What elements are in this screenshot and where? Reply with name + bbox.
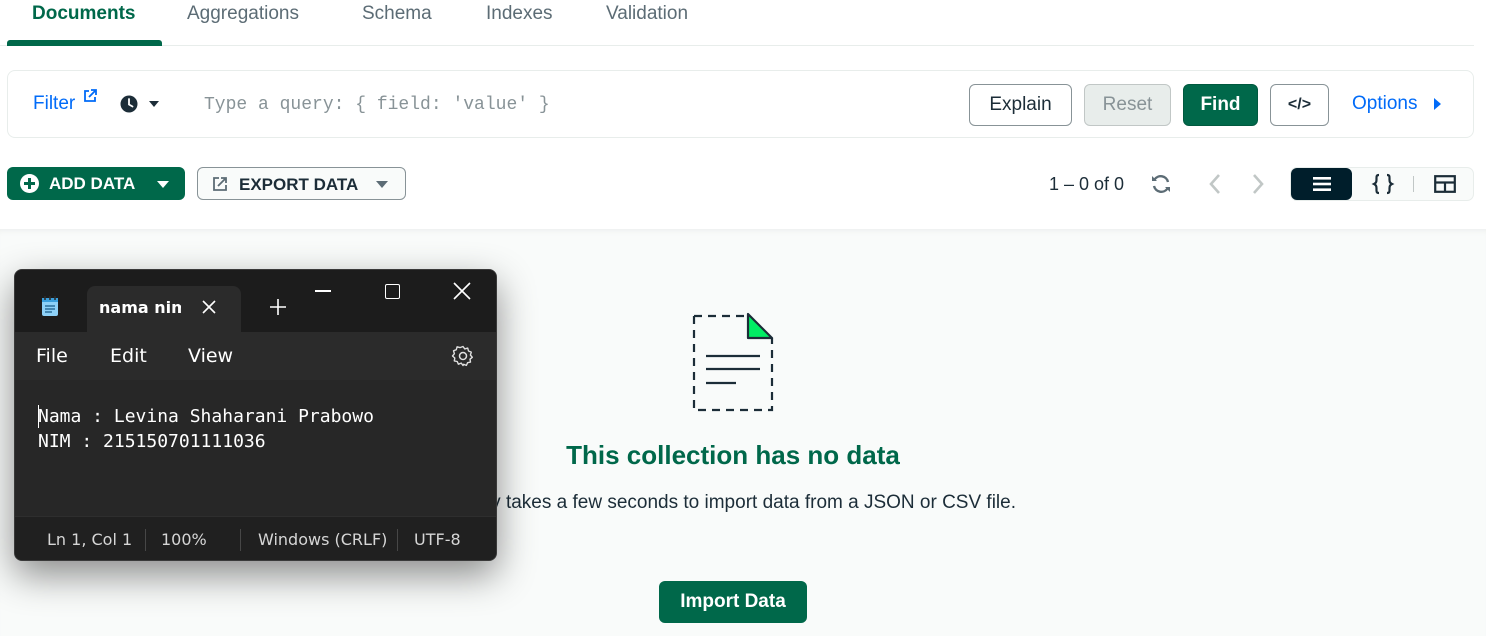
query-bar: Filter Explain Reset Find </> Options <box>7 70 1474 138</box>
content-line-2: NIM : 215150701111036 <box>38 431 266 452</box>
tab-schema[interactable]: Schema <box>362 0 432 28</box>
notepad-app-icon <box>42 296 58 316</box>
maximize-icon[interactable] <box>385 284 400 299</box>
reset-button[interactable]: Reset <box>1084 84 1171 126</box>
close-tab-icon[interactable] <box>199 297 219 317</box>
find-button[interactable]: Find <box>1183 84 1258 126</box>
menu-view[interactable]: View <box>188 345 233 367</box>
list-view-button[interactable] <box>1291 168 1352 200</box>
tab-documents[interactable]: Documents <box>32 0 135 28</box>
notepad-tab[interactable]: nama nim <box>87 286 241 332</box>
notepad-tab-title: nama nim <box>99 298 181 317</box>
tab-indexes[interactable]: Indexes <box>486 0 553 28</box>
tab-validation[interactable]: Validation <box>606 0 688 28</box>
pagination-info: 1 – 0 of 0 <box>1049 174 1125 194</box>
caret-right-icon <box>1434 98 1441 110</box>
add-data-button[interactable]: ADD DATA <box>7 167 185 200</box>
import-data-button[interactable]: Import Data <box>659 581 807 623</box>
notepad-content: Nama : Levina Shaharani Prabowo NIM : 21… <box>38 404 374 454</box>
empty-state-description: It only takes a few seconds to import da… <box>449 492 1016 513</box>
query-input[interactable] <box>204 89 944 121</box>
table-view-button[interactable] <box>1414 168 1475 200</box>
collection-tabs: Documents Aggregations Schema Indexes Va… <box>0 0 1474 46</box>
gear-icon[interactable] <box>451 344 475 368</box>
encoding: UTF-8 <box>414 530 461 549</box>
curly-braces-icon <box>1371 173 1394 195</box>
list-icon <box>1312 177 1331 191</box>
export-icon <box>213 177 227 191</box>
active-tab-indicator <box>7 40 162 46</box>
zoom-level: 100% <box>161 530 207 549</box>
close-window-icon[interactable] <box>453 282 471 300</box>
query-history-icon[interactable] <box>119 93 165 115</box>
tab-aggregations[interactable]: Aggregations <box>187 0 299 28</box>
explain-button[interactable]: Explain <box>969 84 1072 126</box>
chevron-down-icon <box>157 181 169 188</box>
notepad-text-area[interactable]: Nama : Levina Shaharani Prabowo NIM : 21… <box>15 380 496 516</box>
plus-circle-icon <box>20 174 39 193</box>
menu-edit[interactable]: Edit <box>110 345 147 367</box>
notepad-window[interactable]: nama nim File Edit View Nama : Levina Sh… <box>14 269 497 561</box>
minimize-icon[interactable] <box>315 290 331 292</box>
code-icon: </> <box>1287 96 1312 113</box>
status-divider <box>397 529 398 551</box>
notepad-menubar: File Edit View <box>15 332 496 380</box>
view-switcher <box>1290 167 1474 201</box>
export-data-button[interactable]: EXPORT DATA <box>197 167 406 200</box>
content-line-1: Nama : Levina Shaharani Prabowo <box>38 406 374 427</box>
notepad-titlebar[interactable]: nama nim <box>15 270 496 332</box>
export-data-label: EXPORT DATA <box>239 175 359 194</box>
filter-link[interactable]: Filter <box>33 93 75 115</box>
status-divider <box>240 529 241 551</box>
text-cursor <box>38 405 39 428</box>
empty-document-icon <box>692 312 774 412</box>
line-ending: Windows (CRLF) <box>258 530 388 549</box>
chevron-right-icon[interactable] <box>1249 172 1267 196</box>
menu-file[interactable]: File <box>36 345 68 367</box>
refresh-icon[interactable] <box>1150 173 1172 195</box>
table-icon <box>1433 175 1456 193</box>
status-divider <box>145 529 146 551</box>
options-toggle[interactable]: Options <box>1352 93 1417 115</box>
chevron-left-icon[interactable] <box>1206 172 1224 196</box>
add-data-label: ADD DATA <box>49 174 136 193</box>
new-tab-icon[interactable] <box>269 298 287 316</box>
code-view-button[interactable]: </> <box>1270 84 1329 126</box>
cursor-position: Ln 1, Col 1 <box>47 530 133 549</box>
notepad-statusbar: Ln 1, Col 1 100% Windows (CRLF) UTF-8 <box>15 516 496 560</box>
json-view-button[interactable] <box>1352 168 1413 200</box>
chevron-down-icon <box>376 181 388 188</box>
external-link-icon[interactable] <box>83 89 97 103</box>
